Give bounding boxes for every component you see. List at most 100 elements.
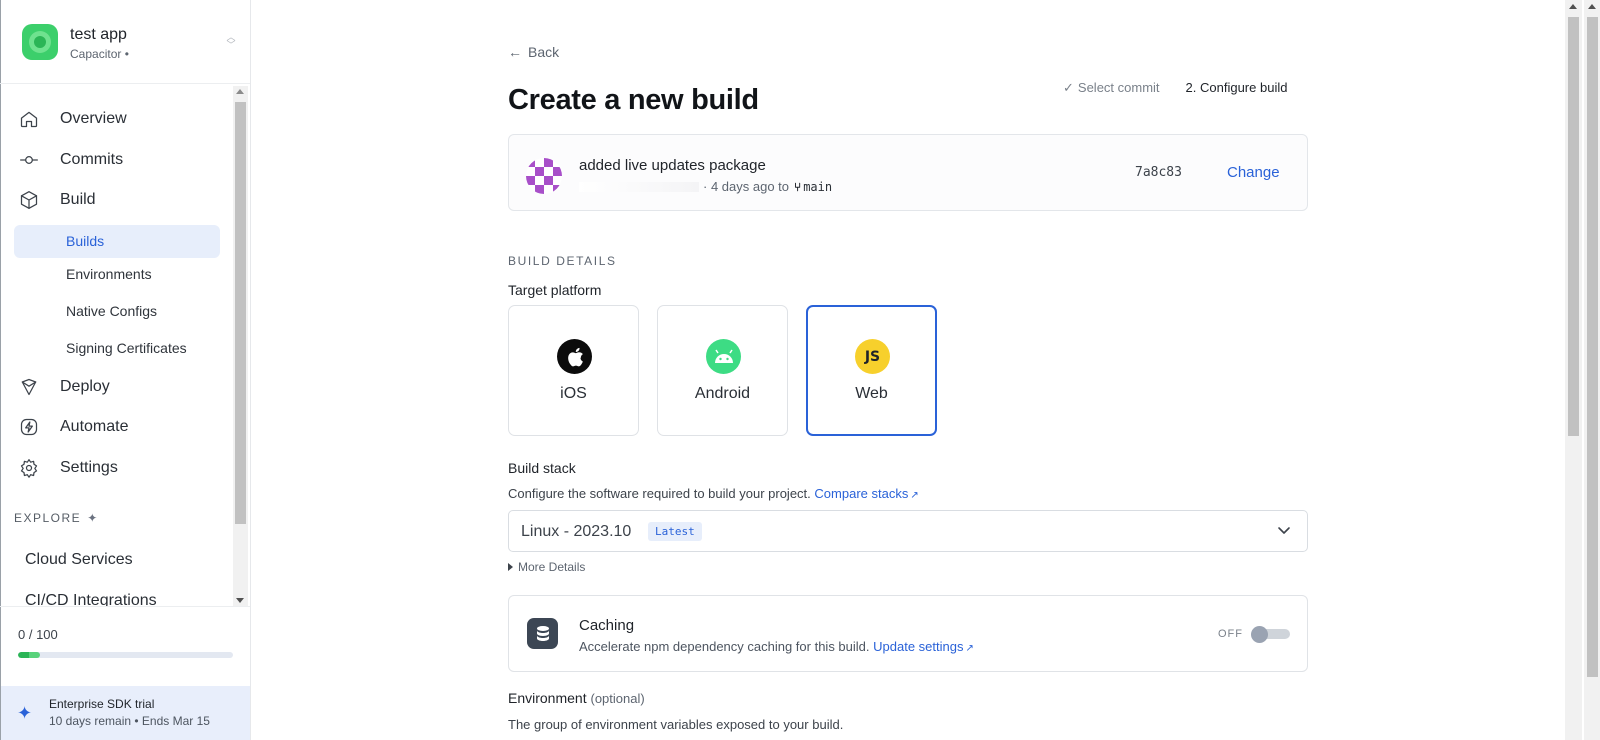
build-stack-label: Build stack [508,460,576,476]
latest-badge: Latest [648,522,702,541]
scroll-down-arrow-icon[interactable] [236,598,244,603]
page-title: Create a new build [508,84,759,116]
description-text: Accelerate npm dependency caching for th… [579,639,870,654]
optional-hint: (optional) [590,691,645,706]
cube-icon [18,189,40,211]
environment-help: The group of environment variables expos… [508,717,844,732]
commit-message: added live updates package [579,157,766,174]
chevron-down-icon [1278,527,1290,534]
explore-item-cicd-integrations[interactable]: CI/CD Integrations [25,592,157,606]
platform-label: Android [694,385,751,402]
sidebar-nav: Overview Commits Build Builds Environmen… [0,86,250,606]
usage-count: 0 / 100 [18,627,58,642]
sidebar-item-label: Commits [60,151,124,168]
more-details-toggle[interactable]: More Details [508,560,585,574]
trial-banner[interactable]: ✦ Enterprise SDK trial 10 days remain • … [1,686,250,740]
usage-progress-bar [18,652,233,658]
target-platform-label: Target platform [508,282,602,298]
android-icon [706,339,741,374]
sidebar-scrollbar[interactable] [233,86,248,606]
trial-subtitle: 10 days remain • Ends Mar 15 [49,714,210,728]
help-text: Configure the software required to build… [508,486,811,501]
link-label: Compare stacks [814,486,909,501]
explore-item-cloud-services[interactable]: Cloud Services [25,551,133,569]
sidebar-subitem-native-configs[interactable]: Native Configs [66,301,157,321]
platform-label: Web [855,385,888,402]
javascript-icon: JS [855,339,890,374]
toggle-state-label: OFF [1218,628,1243,640]
sidebar-item-commits[interactable]: Commits [18,146,123,174]
platform-label: iOS [560,385,587,402]
caching-card: Caching Accelerate npm dependency cachin… [508,595,1308,672]
sidebar-item-settings[interactable]: Settings [18,454,118,482]
deploy-icon [18,376,40,398]
check-icon: ✓ [1063,80,1074,95]
explore-heading: EXPLORE ✦ [14,511,99,525]
platform-option-android[interactable]: Android [657,305,788,436]
sidebar-subitem-environments[interactable]: Environments [66,264,152,284]
commit-age: · 4 days ago to [703,179,789,194]
external-link-icon: ↗ [965,643,974,654]
sidebar-item-deploy[interactable]: Deploy [18,373,110,401]
app-logo [22,24,58,60]
step-configure-build: 2. Configure build [1185,80,1288,95]
scrollbar-thumb[interactable] [1587,17,1598,677]
build-stack-select[interactable]: Linux - 2023.10 Latest [508,510,1308,552]
sidebar-item-label: Overview [60,110,127,127]
app-switcher[interactable]: test app Capacitor • ︿ ﹀ [0,0,250,84]
caching-toggle[interactable] [1251,626,1291,643]
caret-right-icon [508,563,513,571]
caching-description: Accelerate npm dependency caching for th… [579,639,974,654]
commit-icon [18,149,40,171]
platform-option-ios[interactable]: iOS [508,305,639,436]
step-select-commit[interactable]: ✓ Select commit [1063,80,1160,96]
commit-meta: · 4 days ago to ⑂ main [579,179,832,194]
commit-sha: 7a8c83 [1135,165,1182,180]
toggle-knob [1251,626,1268,643]
avatar [526,158,562,194]
scrollbar-thumb[interactable] [1568,17,1579,436]
scroll-up-arrow-icon[interactable] [1569,4,1577,9]
sparkle-icon: ✦ [17,703,33,723]
compare-stacks-link[interactable]: Compare stacks ↗ [814,486,918,501]
sidebar-item-overview[interactable]: Overview [18,105,127,133]
sidebar-item-label: Settings [60,459,118,476]
database-icon [527,618,558,649]
sidebar-item-label: Automate [60,418,129,435]
platform-option-web[interactable]: JS Web [806,305,937,436]
back-label: Back [528,44,560,60]
build-stack-value: Linux - 2023.10 [521,523,632,540]
scroll-up-arrow-icon[interactable] [236,89,244,94]
step-label: Select commit [1077,80,1160,95]
selected-commit-card: added live updates package · 4 days ago … [508,134,1308,211]
sidebar-item-build[interactable]: Build [18,186,96,214]
scrollbar-inner[interactable] [1565,0,1582,740]
git-branch-icon: ⑂ [794,179,802,194]
chevron-up-down-icon[interactable]: ︿ ﹀ [225,33,237,51]
update-settings-link[interactable]: Update settings ↗ [873,639,974,654]
back-link[interactable]: ← Back [508,44,559,60]
scrollbar-thumb[interactable] [235,102,246,524]
more-details-label: More Details [518,560,586,574]
sidebar-subitem-signing-certificates[interactable]: Signing Certificates [66,338,187,358]
trial-title: Enterprise SDK trial [49,697,155,711]
usage-progress-fill [18,652,40,658]
author-name-redacted [579,181,699,192]
sidebar: test app Capacitor • ︿ ﹀ Overview Commits… [0,0,251,740]
sidebar-item-label: Build [60,191,96,208]
bolt-icon [18,416,40,438]
stepper: ✓ Select commit 2. Configure build [1063,80,1287,96]
label-text: Environment [508,690,587,706]
change-commit-button[interactable]: Change [1227,164,1280,181]
sidebar-item-automate[interactable]: Automate [18,413,128,441]
section-heading: BUILD DETAILS [508,254,617,268]
main-content: ← Back Create a new build ✓ Select commit… [251,0,1564,740]
home-icon [18,108,40,130]
scrollbar-outer[interactable] [1584,0,1600,740]
caching-title: Caching [579,617,635,634]
sidebar-subitem-builds[interactable]: Builds [14,225,220,258]
apple-icon [557,339,592,374]
build-stack-help: Configure the software required to build… [508,486,919,501]
scroll-up-arrow-icon[interactable] [1588,4,1596,9]
page-scrollbar[interactable] [1565,0,1600,740]
